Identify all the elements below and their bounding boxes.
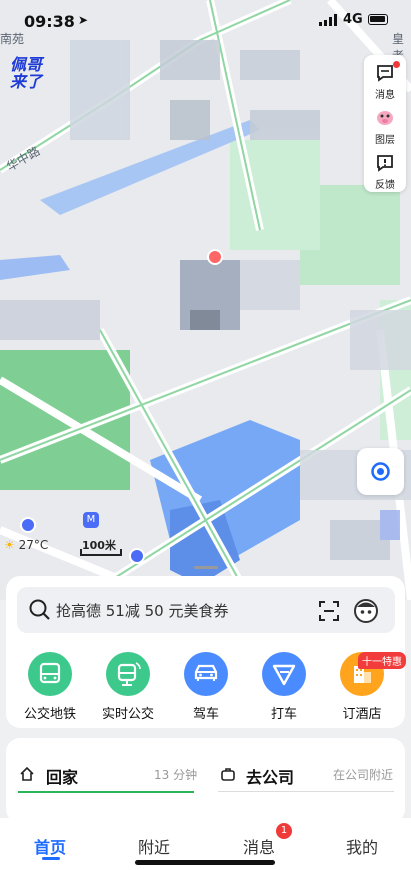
quick-action-drive[interactable]: 驾车	[171, 652, 241, 722]
home-indicator	[135, 860, 275, 865]
quick-action-taxi[interactable]: 打车	[249, 652, 319, 722]
tool-feedback[interactable]: 反馈	[364, 147, 406, 191]
brand-line: 来了	[10, 72, 43, 91]
quick-action-label: 订酒店	[342, 707, 382, 722]
status-bar: 09:38 ➤ 4G	[0, 0, 411, 44]
signal-icon	[319, 14, 337, 26]
car-icon	[184, 652, 228, 696]
sun-icon: ☀	[4, 538, 15, 552]
map-roads	[0, 0, 411, 600]
weather-info: ☀ 27°C	[4, 538, 48, 552]
quick-action-bus[interactable]: 公交地铁	[15, 652, 85, 722]
tab-nearby[interactable]: 附近	[138, 834, 170, 858]
unread-dot	[393, 61, 400, 68]
quick-action-label: 驾车	[192, 707, 219, 722]
temperature: 27°C	[18, 538, 49, 552]
briefcase-icon	[221, 768, 235, 781]
scale-bar	[80, 549, 122, 556]
scan-icon[interactable]	[317, 599, 341, 623]
realtime-bus-icon	[106, 652, 150, 696]
quick-action-label: 打车	[270, 707, 297, 722]
work-note: 在公司附近	[333, 768, 394, 782]
tool-message[interactable]: 消息	[364, 57, 406, 101]
home-eta: 13 分钟	[154, 768, 198, 782]
poi-marker[interactable]	[207, 249, 223, 265]
messages-badge: 1	[276, 823, 292, 839]
taxi-icon	[262, 652, 306, 696]
go-home-button[interactable]: 回家	[46, 764, 78, 788]
locate-me-button[interactable]	[357, 448, 404, 495]
sheet-handle[interactable]	[194, 566, 218, 569]
tool-label: 反馈	[375, 180, 395, 191]
brand-promo[interactable]: 佩哥 来了	[10, 56, 42, 90]
tool-label: 图层	[375, 135, 395, 146]
map-tools-panel: 消息 图层 反馈	[364, 55, 406, 192]
quick-action-label: 公交地铁	[23, 707, 76, 722]
work-underline	[218, 791, 394, 792]
feedback-icon	[377, 155, 393, 172]
active-tab-indicator	[42, 857, 60, 860]
metro-marker[interactable]: M	[83, 512, 99, 528]
search-input[interactable]: 抢高德 51减 50 元美食券	[56, 600, 228, 621]
network-type: 4G	[343, 12, 363, 27]
map-view[interactable]: 南苑 皇者 华中路 佩哥 来了 M	[0, 0, 411, 600]
bus-icon	[28, 652, 72, 696]
search-icon	[29, 599, 50, 620]
assistant-avatar-icon[interactable]	[352, 596, 380, 624]
location-pin[interactable]	[20, 517, 36, 533]
home-underline	[18, 791, 194, 793]
go-work-button[interactable]: 去公司	[246, 764, 294, 788]
tab-me[interactable]: 我的	[346, 834, 378, 858]
brand-line: 佩哥	[10, 55, 43, 74]
status-time: 09:38	[24, 12, 75, 31]
tab-home[interactable]: 首页	[34, 834, 66, 858]
promo-badge: 十一特惠	[358, 652, 406, 669]
tab-messages[interactable]: 消息	[243, 834, 275, 858]
quick-action-label: 实时公交	[101, 707, 154, 722]
layers-icon	[377, 111, 393, 125]
location-arrow-icon: ➤	[78, 13, 89, 27]
locate-icon	[371, 462, 390, 481]
tool-layers[interactable]: 图层	[364, 102, 406, 146]
location-pin[interactable]	[129, 548, 145, 564]
quick-action-realtime-bus[interactable]: 实时公交	[93, 652, 163, 722]
message-icon	[377, 65, 393, 82]
home-icon	[20, 766, 34, 781]
battery-icon	[368, 14, 388, 25]
tool-label: 消息	[375, 90, 395, 101]
